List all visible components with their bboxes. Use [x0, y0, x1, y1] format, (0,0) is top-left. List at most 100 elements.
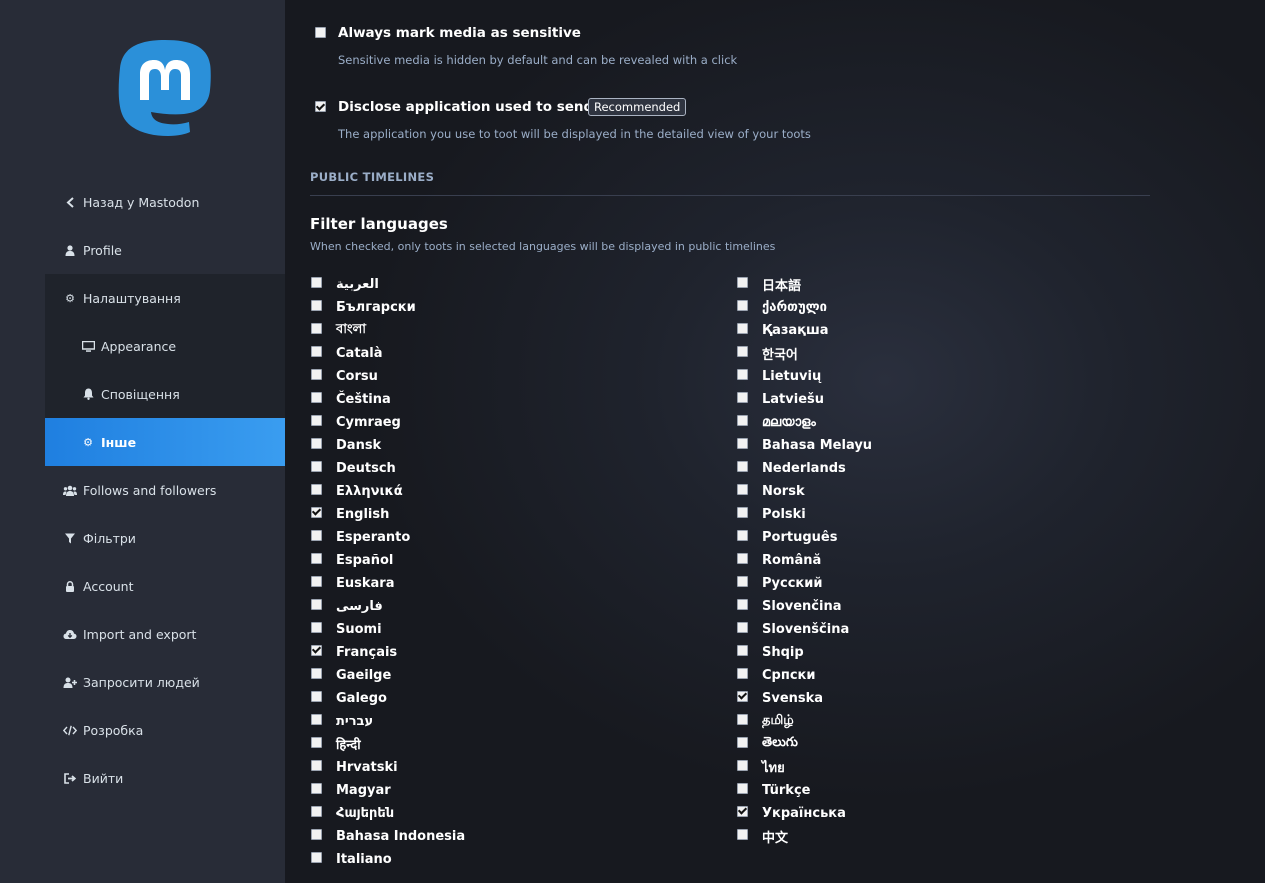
language-checkbox[interactable]	[311, 437, 322, 449]
language-option[interactable]: Қазақша	[737, 320, 829, 340]
mastodon-logo-icon[interactable]	[118, 38, 212, 138]
language-option[interactable]: Latviešu	[737, 389, 824, 409]
language-checkbox[interactable]	[311, 851, 322, 863]
sidebar-item-import-export[interactable]: Import and export	[45, 610, 285, 658]
language-checkbox[interactable]	[311, 529, 322, 541]
language-checkbox[interactable]	[737, 506, 748, 518]
language-option[interactable]: বাংলা	[311, 320, 366, 340]
sidebar-item-profile[interactable]: Profile	[45, 226, 285, 274]
sidebar-item-appearance[interactable]: Appearance	[45, 322, 285, 370]
language-option[interactable]: Español	[311, 550, 393, 570]
language-checkbox[interactable]	[737, 782, 748, 794]
language-option[interactable]: ქართული	[737, 297, 827, 317]
language-checkbox[interactable]	[311, 598, 322, 610]
language-option[interactable]: English	[311, 504, 389, 524]
language-checkbox[interactable]	[311, 345, 322, 357]
language-option[interactable]: Svenska	[737, 688, 823, 708]
language-checkbox[interactable]	[737, 713, 748, 725]
language-checkbox[interactable]	[311, 322, 322, 334]
language-checkbox[interactable]	[311, 460, 322, 472]
language-option[interactable]: Magyar	[311, 780, 391, 800]
language-checkbox[interactable]	[311, 782, 322, 794]
language-checkbox[interactable]	[737, 529, 748, 541]
language-option[interactable]: Italiano	[311, 849, 392, 869]
language-option[interactable]: Čeština	[311, 389, 391, 409]
language-option[interactable]: Corsu	[311, 366, 378, 386]
language-checkbox[interactable]	[311, 506, 322, 518]
language-checkbox[interactable]	[311, 805, 322, 817]
language-checkbox[interactable]	[737, 322, 748, 334]
language-checkbox[interactable]	[311, 368, 322, 380]
sidebar-item-other[interactable]: ⚙ Інше	[45, 418, 285, 466]
language-checkbox[interactable]	[311, 644, 322, 656]
language-checkbox[interactable]	[311, 713, 322, 725]
disclose-app-checkbox[interactable]	[315, 101, 326, 112]
language-option[interactable]: Suomi	[311, 619, 382, 639]
sidebar-item-back[interactable]: Назад у Mastodon	[45, 178, 285, 226]
sidebar-item-follows[interactable]: Follows and followers	[45, 466, 285, 514]
language-option[interactable]: עברית	[311, 711, 373, 731]
language-checkbox[interactable]	[311, 759, 322, 771]
language-checkbox[interactable]	[737, 759, 748, 771]
language-option[interactable]: 中文	[737, 826, 788, 846]
language-checkbox[interactable]	[737, 575, 748, 587]
sidebar-item-settings[interactable]: ⚙ Налаштування	[45, 274, 285, 322]
language-option[interactable]: Slovenščina	[737, 619, 849, 639]
language-checkbox[interactable]	[737, 460, 748, 472]
language-checkbox[interactable]	[737, 621, 748, 633]
language-checkbox[interactable]	[737, 667, 748, 679]
language-checkbox[interactable]	[311, 276, 322, 288]
language-option[interactable]: Bahasa Melayu	[737, 435, 872, 455]
language-option[interactable]: Nederlands	[737, 458, 846, 478]
language-option[interactable]: Türkçe	[737, 780, 810, 800]
language-option[interactable]: Shqip	[737, 642, 804, 662]
language-checkbox[interactable]	[737, 552, 748, 564]
language-option[interactable]: తెలుగు	[737, 734, 798, 754]
language-checkbox[interactable]	[311, 621, 322, 633]
language-checkbox[interactable]	[311, 575, 322, 587]
language-option[interactable]: Português	[737, 527, 837, 547]
language-checkbox[interactable]	[737, 345, 748, 357]
sensitive-media-checkbox[interactable]	[315, 27, 326, 38]
language-checkbox[interactable]	[311, 690, 322, 702]
language-option[interactable]: Русский	[737, 573, 822, 593]
language-option[interactable]: Հայերեն	[311, 803, 394, 823]
language-option[interactable]: हिन्दी	[311, 734, 361, 754]
language-checkbox[interactable]	[311, 391, 322, 403]
language-checkbox[interactable]	[311, 667, 322, 679]
language-option[interactable]: Українська	[737, 803, 846, 823]
language-option[interactable]: Euskara	[311, 573, 394, 593]
language-option[interactable]: Norsk	[737, 481, 805, 501]
sidebar-item-account[interactable]: Account	[45, 562, 285, 610]
language-option[interactable]: 한국어	[737, 343, 798, 363]
language-checkbox[interactable]	[737, 414, 748, 426]
sidebar-item-invite[interactable]: Запросити людей	[45, 658, 285, 706]
language-option[interactable]: Српски	[737, 665, 815, 685]
language-option[interactable]: Slovenčina	[737, 596, 842, 616]
language-option[interactable]: മലയാളം	[737, 412, 816, 432]
language-option[interactable]: Bahasa Indonesia	[311, 826, 465, 846]
language-checkbox[interactable]	[311, 736, 322, 748]
language-option[interactable]: Hrvatski	[311, 757, 398, 777]
sidebar-item-notifications[interactable]: Сповіщення	[45, 370, 285, 418]
language-checkbox[interactable]	[737, 299, 748, 311]
language-option[interactable]: Lietuvių	[737, 366, 821, 386]
language-option[interactable]: Deutsch	[311, 458, 396, 478]
language-option[interactable]: Cymraeg	[311, 412, 401, 432]
language-option[interactable]: فارسی	[311, 596, 383, 616]
language-checkbox[interactable]	[737, 368, 748, 380]
language-checkbox[interactable]	[311, 299, 322, 311]
sidebar-item-logout[interactable]: Вийти	[45, 754, 285, 802]
language-option[interactable]: Български	[311, 297, 416, 317]
language-option[interactable]: 日本語	[737, 274, 801, 294]
language-option[interactable]: Français	[311, 642, 397, 662]
language-option[interactable]: العربية	[311, 274, 379, 294]
language-checkbox[interactable]	[737, 690, 748, 702]
language-option[interactable]: Polski	[737, 504, 806, 524]
language-option[interactable]: Română	[737, 550, 821, 570]
language-checkbox[interactable]	[737, 644, 748, 656]
language-option[interactable]: Esperanto	[311, 527, 410, 547]
language-option[interactable]: Dansk	[311, 435, 381, 455]
language-option[interactable]: Català	[311, 343, 383, 363]
language-checkbox[interactable]	[737, 828, 748, 840]
